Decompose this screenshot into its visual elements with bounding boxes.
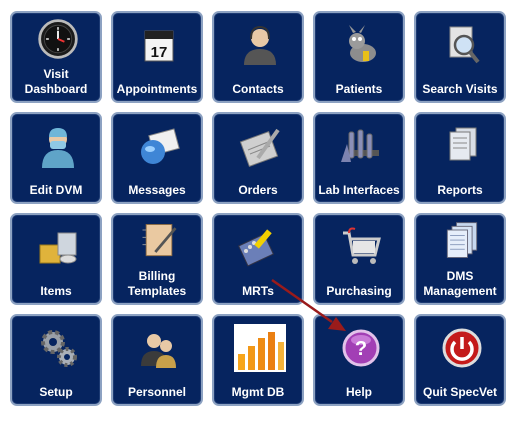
visit-dashboard-button[interactable]: Visit Dashboard — [10, 11, 102, 103]
tile-label: Items — [40, 284, 72, 298]
tile-label: Lab Interfaces — [318, 183, 400, 197]
quit-specvet-button[interactable]: Quit SpecVet — [414, 314, 506, 406]
tile-label: Search Visits — [422, 82, 498, 96]
gears-icon — [34, 324, 82, 372]
messages-button[interactable]: Messages — [111, 112, 203, 204]
setup-button[interactable]: Setup — [10, 314, 102, 406]
tile-label: Visit Dashboard — [24, 67, 88, 96]
mrts-button[interactable]: MRTs — [212, 213, 304, 305]
notebook-brush-icon — [236, 223, 284, 271]
tile-label: Patients — [335, 82, 383, 96]
mgmt-db-button[interactable]: Mgmt DB — [212, 314, 304, 406]
billing-templates-button[interactable]: Billing Templates — [111, 213, 203, 305]
edit-dvm-button[interactable]: Edit DVM — [10, 112, 102, 204]
power-icon — [438, 324, 486, 372]
svg-text:?: ? — [355, 338, 367, 360]
help-button[interactable]: ? Help — [313, 314, 405, 406]
patients-button[interactable]: Patients — [313, 11, 405, 103]
tile-label: Edit DVM — [29, 183, 83, 197]
test-tubes-icon — [337, 122, 385, 170]
boxes-icon — [34, 223, 82, 271]
tile-label: Setup — [39, 385, 73, 399]
tile-label: MRTs — [242, 284, 274, 298]
magnifier-icon — [438, 21, 486, 69]
tile-label: Contacts — [232, 82, 284, 96]
items-button[interactable]: Items — [10, 213, 102, 305]
search-visits-button[interactable]: Search Visits — [414, 11, 506, 103]
dms-management-button[interactable]: DMS Management — [414, 213, 506, 305]
question-icon: ? — [337, 324, 385, 372]
tile-label: Appointments — [116, 82, 198, 96]
appointments-button[interactable]: 17 Appointments — [111, 11, 203, 103]
documents-icon — [438, 122, 486, 170]
orders-button[interactable]: Orders — [212, 112, 304, 204]
people-icon — [135, 324, 183, 372]
calendar-icon: 17 — [135, 21, 183, 69]
doctor-icon — [34, 122, 82, 170]
contacts-button[interactable]: Contacts — [212, 11, 304, 103]
tile-label: Help — [345, 385, 372, 399]
purchasing-button[interactable]: Purchasing — [313, 213, 405, 305]
clock-icon — [36, 17, 80, 61]
lab-interfaces-button[interactable]: Lab Interfaces — [313, 112, 405, 204]
personnel-button[interactable]: Personnel — [111, 314, 203, 406]
stacked-pages-icon — [440, 219, 484, 263]
tile-label: Billing Templates — [127, 269, 187, 298]
calendar-day: 17 — [151, 44, 168, 61]
tile-label: Quit SpecVet — [422, 385, 498, 399]
tile-label: Orders — [238, 183, 278, 197]
tile-label: Purchasing — [326, 284, 392, 298]
bar-chart-icon — [234, 324, 286, 372]
tile-label: Personnel — [127, 385, 187, 399]
cart-icon — [337, 223, 385, 271]
tile-label: DMS Management — [423, 269, 497, 298]
tile-label: Mgmt DB — [231, 385, 285, 399]
reports-button[interactable]: Reports — [414, 112, 506, 204]
person-icon — [236, 21, 284, 69]
tile-label: Reports — [437, 183, 483, 197]
mail-icon — [135, 122, 183, 170]
notebook-pen-icon — [137, 219, 181, 263]
pen-pad-icon — [236, 122, 284, 170]
tile-label: Messages — [128, 183, 186, 197]
animal-icon — [337, 21, 385, 69]
